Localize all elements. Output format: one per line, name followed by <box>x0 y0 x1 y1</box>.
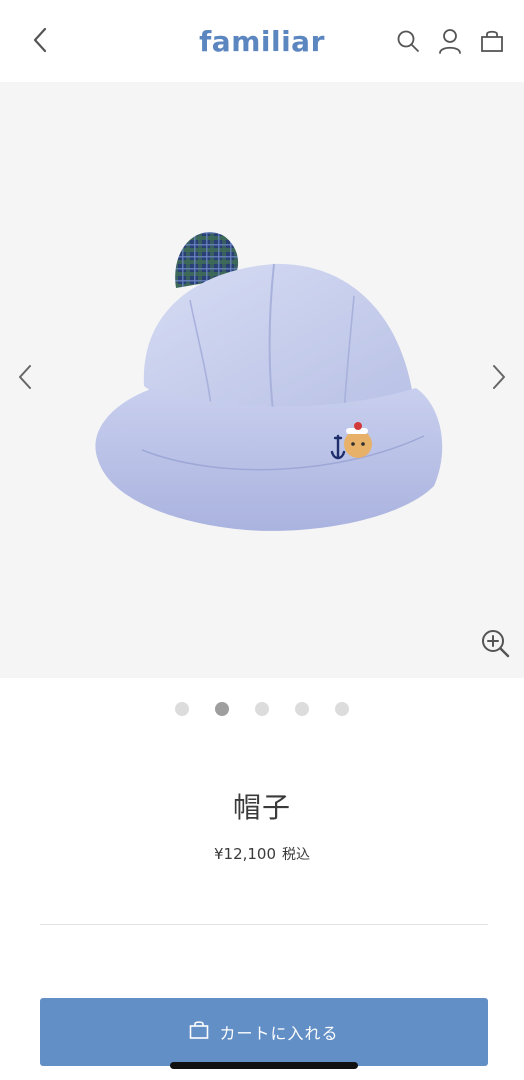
pagination-dot[interactable] <box>335 702 349 716</box>
search-button[interactable] <box>392 27 424 59</box>
add-to-cart-label: カートに入れる <box>219 1024 339 1043</box>
chevron-right-icon <box>491 364 507 394</box>
zoom-button[interactable] <box>480 630 512 662</box>
divider <box>40 924 488 925</box>
user-icon <box>438 28 462 58</box>
cart-header-button[interactable] <box>476 27 508 59</box>
pagination-dot-active[interactable] <box>215 702 229 716</box>
price-row: ¥12,100 税込 <box>0 844 524 864</box>
gallery-pagination <box>0 700 524 718</box>
pagination-dot[interactable] <box>295 702 309 716</box>
pagination-dot[interactable] <box>255 702 269 716</box>
header: familiar <box>0 0 524 82</box>
product-detail-screen: familiar 帽子 ¥12,100 税込 カートに入れる <box>0 0 524 1080</box>
product-price: ¥12,100 <box>213 845 277 863</box>
product-image[interactable] <box>78 200 448 560</box>
pagination-dot[interactable] <box>175 702 189 716</box>
tax-label: 税込 <box>282 847 311 863</box>
home-indicator[interactable] <box>170 1062 358 1069</box>
gallery-prev-button[interactable] <box>10 364 40 394</box>
add-to-cart-button[interactable]: カートに入れる <box>40 998 488 1066</box>
bag-icon <box>480 29 504 57</box>
bag-icon <box>189 1020 209 1044</box>
product-title: 帽子 <box>232 791 291 824</box>
search-icon <box>396 29 420 57</box>
gallery-next-button[interactable] <box>484 364 514 394</box>
account-button[interactable] <box>434 27 466 59</box>
zoom-in-icon <box>481 629 511 663</box>
chevron-left-icon <box>17 364 33 394</box>
product-image-gallery[interactable] <box>0 82 524 678</box>
header-actions <box>392 26 508 60</box>
